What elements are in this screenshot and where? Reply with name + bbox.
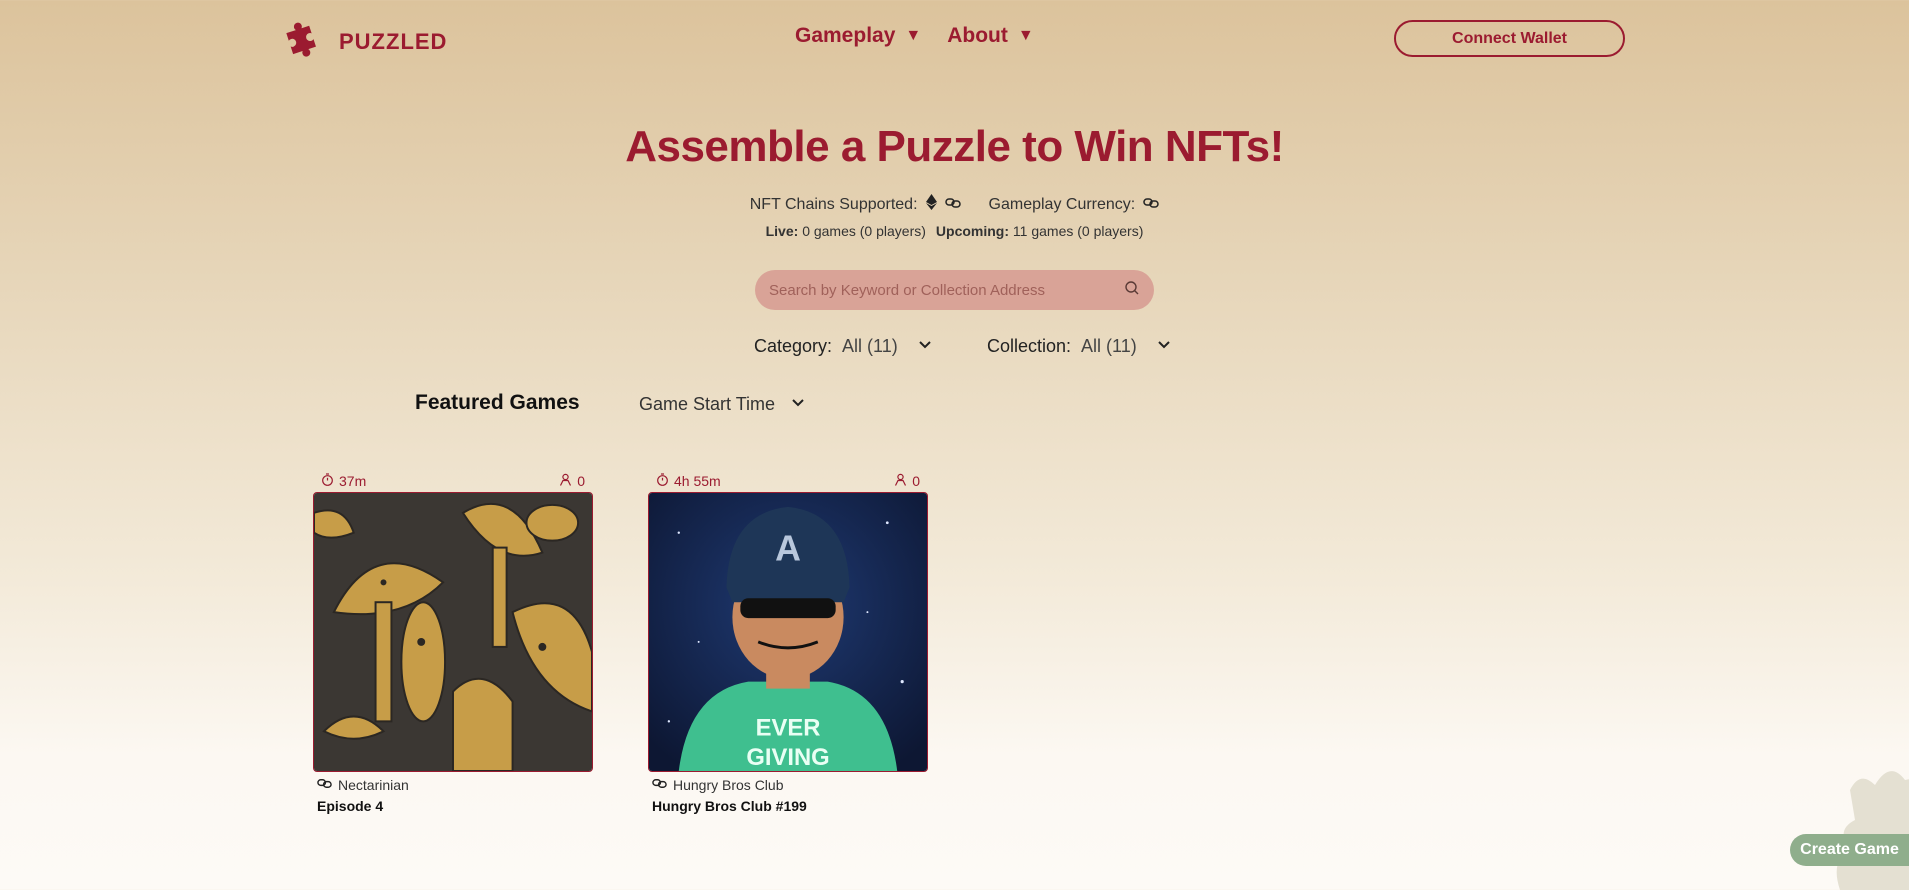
nav-about-label: About [947,24,1008,47]
game-stats: Live: 0 games (0 players) Upcoming: 11 g… [0,223,1909,239]
chevron-down-icon [908,336,932,357]
players-value: 0 [912,473,920,489]
svg-text:EVER: EVER [756,714,821,741]
brand-name: PUZZLED [339,28,448,54]
game-name: Hungry Bros Club #199 [652,798,807,814]
featured-games-heading: Featured Games [415,391,580,414]
chainlink-icon [1143,196,1159,214]
create-game-button[interactable]: Create Game [1790,834,1909,866]
card-collection: Hungry Bros Club [648,772,928,794]
currency-label: Gameplay Currency: [988,195,1136,213]
gameplay-currency: Gameplay Currency: [989,194,1160,215]
game-name: Episode 4 [317,798,384,814]
chains-label: NFT Chains Supported: [749,195,918,213]
svg-text:GIVING: GIVING [746,744,829,771]
live-label: Live: [765,223,799,239]
card-meta: 37m 0 [313,470,593,492]
timer-icon [656,473,669,489]
sort-select[interactable]: Game Start Time [639,394,805,415]
mushroom-artwork [314,493,592,771]
upcoming-stat: Upcoming: 11 games (0 players) [936,223,1143,239]
upcoming-label: Upcoming: [935,223,1010,239]
live-stat: Live: 0 games (0 players) [766,223,926,239]
game-card[interactable]: 4h 55m 0 A EVER GIVING Hungry Bros Club … [648,470,928,814]
game-thumbnail[interactable] [313,492,593,772]
chevron-down-icon [1147,336,1171,357]
nav-about[interactable]: About ▼ [947,24,1034,48]
collection-label: Collection: [987,336,1072,356]
chains-info: NFT Chains Supported: Gameplay Currency: [0,194,1909,215]
collection-filter[interactable]: Collection: All (11) [987,336,1171,357]
time-remaining: 37m [321,473,366,489]
player-count: 0 [559,473,585,489]
time-value: 4h 55m [674,473,721,489]
user-icon [559,473,572,489]
card-collection: Nectarinian [313,772,593,794]
chevron-down-icon [791,394,805,415]
triangle-down-icon: ▼ [1017,27,1034,44]
chainlink-icon [944,196,961,214]
chainlink-icon [317,776,332,794]
player-count: 0 [894,473,920,489]
timer-icon [321,473,334,489]
nav-gameplay[interactable]: Gameplay ▼ [795,24,921,48]
collection-value: All (11) [1081,336,1137,356]
page-title: Assemble a Puzzle to Win NFTs! [625,122,1284,171]
collection-name: Nectarinian [338,777,409,793]
game-thumbnail[interactable]: A EVER GIVING [648,492,928,772]
collection-name: Hungry Bros Club [673,777,784,793]
game-card[interactable]: 37m 0 Nectarinian Episode 4 [313,470,593,814]
puzzle-piece-decoration [1836,771,1909,890]
category-label: Category: [754,336,833,356]
search-input[interactable] [769,281,1124,299]
chainlink-icon [652,776,667,794]
search-bar [755,270,1154,310]
card-meta: 4h 55m 0 [648,470,928,492]
brand-logo[interactable]: PUZZLED [283,18,447,65]
category-filter[interactable]: Category: All (11) [754,336,932,357]
category-value: All (11) [842,336,898,356]
triangle-down-icon: ▼ [905,27,922,44]
live-value: 0 games (0 players) [802,223,926,239]
puzzle-piece-icon [283,18,325,65]
helmet-character-artwork: A EVER GIVING [649,493,927,771]
user-icon [894,473,907,489]
sort-value: Game Start Time [639,394,776,414]
nft-chains: NFT Chains Supported: [750,194,961,215]
svg-text:A: A [775,529,801,569]
top-header: PUZZLED Gameplay ▼ About ▼ Connect Walle… [0,0,1909,78]
search-icon[interactable] [1124,280,1140,301]
players-value: 0 [577,473,585,489]
ethereum-icon [925,194,937,215]
upcoming-value: 11 games (0 players) [1012,223,1144,239]
connect-wallet-button[interactable]: Connect Wallet [1394,20,1625,57]
main-nav: Gameplay ▼ About ▼ [795,24,1034,48]
time-value: 37m [339,473,367,489]
time-remaining: 4h 55m [656,473,721,489]
nav-gameplay-label: Gameplay [795,24,896,47]
